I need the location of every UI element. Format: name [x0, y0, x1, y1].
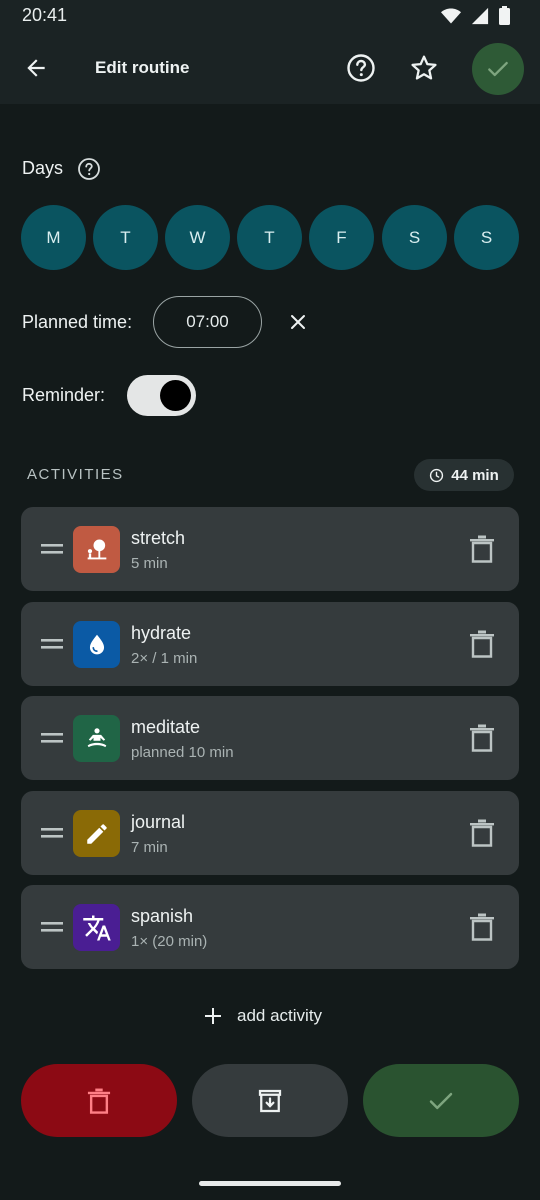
signal-icon [471, 7, 489, 24]
close-icon [291, 315, 305, 329]
total-duration-chip: 44 min [414, 459, 514, 491]
page-title: Edit routine [95, 58, 190, 77]
activity-card-spanish[interactable]: spanish 1× (20 min) [21, 885, 519, 969]
activity-icon-badge [73, 715, 120, 762]
delete-activity-button[interactable] [469, 630, 495, 658]
activity-icon-badge [73, 904, 120, 951]
delete-activity-button[interactable] [469, 819, 495, 847]
activities-header: ACTIVITIES [27, 466, 124, 483]
drag-handle-icon[interactable] [41, 731, 63, 745]
activity-duration: 2× / 1 min [131, 650, 198, 667]
activity-duration: 1× (20 min) [131, 933, 208, 950]
status-time: 20:41 [22, 5, 68, 25]
add-activity-label: add activity [237, 1006, 323, 1025]
trash-icon [87, 1088, 111, 1114]
day-thursday[interactable]: T [237, 205, 302, 270]
tree-stretch-icon [87, 539, 106, 559]
reminder-label: Reminder: [22, 385, 106, 405]
check-icon [429, 1092, 453, 1109]
activity-duration: 5 min [131, 555, 168, 572]
drag-handle-icon[interactable] [41, 542, 63, 556]
days-selector: M T W T F S S [21, 205, 519, 270]
activity-duration: 7 min [131, 839, 168, 856]
activity-card-hydrate[interactable]: hydrate 2× / 1 min [21, 602, 519, 686]
delete-activity-button[interactable] [469, 535, 495, 563]
activity-icon-badge [73, 526, 120, 573]
clear-time-button[interactable] [286, 310, 310, 334]
help-circle-icon [347, 54, 375, 82]
home-indicator[interactable] [199, 1181, 341, 1186]
archive-routine-button[interactable] [192, 1064, 348, 1137]
confirm-button[interactable] [472, 43, 524, 95]
meditation-icon [87, 727, 106, 747]
battery-icon [499, 6, 510, 25]
drag-handle-icon[interactable] [41, 637, 63, 651]
drag-handle-icon[interactable] [41, 826, 63, 840]
planned-time-field[interactable]: 07:00 [153, 296, 262, 348]
day-tuesday[interactable]: T [93, 205, 158, 270]
status-icons [441, 6, 510, 25]
day-saturday[interactable]: S [382, 205, 447, 270]
plus-icon [205, 1008, 221, 1024]
star-outline-icon [411, 55, 437, 80]
delete-activity-button[interactable] [469, 913, 495, 941]
activity-icon-badge [73, 621, 120, 668]
activity-name: hydrate [131, 623, 192, 643]
toggle-knob [160, 380, 191, 411]
status-bar: 20:41 [0, 0, 540, 32]
delete-activity-button[interactable] [469, 724, 495, 752]
reminder-toggle[interactable] [127, 375, 196, 416]
activity-name: meditate [131, 717, 201, 737]
help-button[interactable] [345, 52, 377, 84]
day-sunday[interactable]: S [454, 205, 519, 270]
check-icon [488, 61, 508, 77]
planned-time-label: Planned time: [22, 312, 133, 332]
day-wednesday[interactable]: W [165, 205, 230, 270]
days-help-button[interactable] [77, 157, 101, 181]
save-routine-button[interactable] [363, 1064, 519, 1137]
drag-handle-icon[interactable] [41, 920, 63, 934]
arrow-left-icon [27, 59, 45, 77]
back-button[interactable] [20, 52, 52, 84]
day-monday[interactable]: M [21, 205, 86, 270]
delete-routine-button[interactable] [21, 1064, 177, 1137]
days-label: Days [22, 158, 64, 178]
activity-card-stretch[interactable]: stretch 5 min [21, 507, 519, 591]
water-drop-icon [89, 634, 104, 654]
help-circle-icon [78, 158, 100, 180]
translate-icon [82, 915, 111, 940]
activity-card-meditate[interactable]: meditate planned 10 min [21, 696, 519, 780]
activity-duration: planned 10 min [131, 744, 234, 761]
add-activity-button[interactable]: add activity [203, 1000, 322, 1032]
total-duration: 44 min [451, 466, 499, 484]
favorite-button[interactable] [408, 52, 440, 84]
activity-icon-badge [73, 810, 120, 857]
activity-name: spanish [131, 906, 194, 926]
activity-name: stretch [131, 528, 186, 548]
clock-icon [430, 468, 444, 482]
activity-name: journal [131, 812, 186, 832]
archive-icon [258, 1089, 282, 1112]
app-bar: Edit routine [0, 32, 540, 104]
pencil-icon [86, 823, 107, 844]
wifi-icon [441, 8, 461, 23]
activity-card-journal[interactable]: journal 7 min [21, 791, 519, 875]
day-friday[interactable]: F [309, 205, 374, 270]
